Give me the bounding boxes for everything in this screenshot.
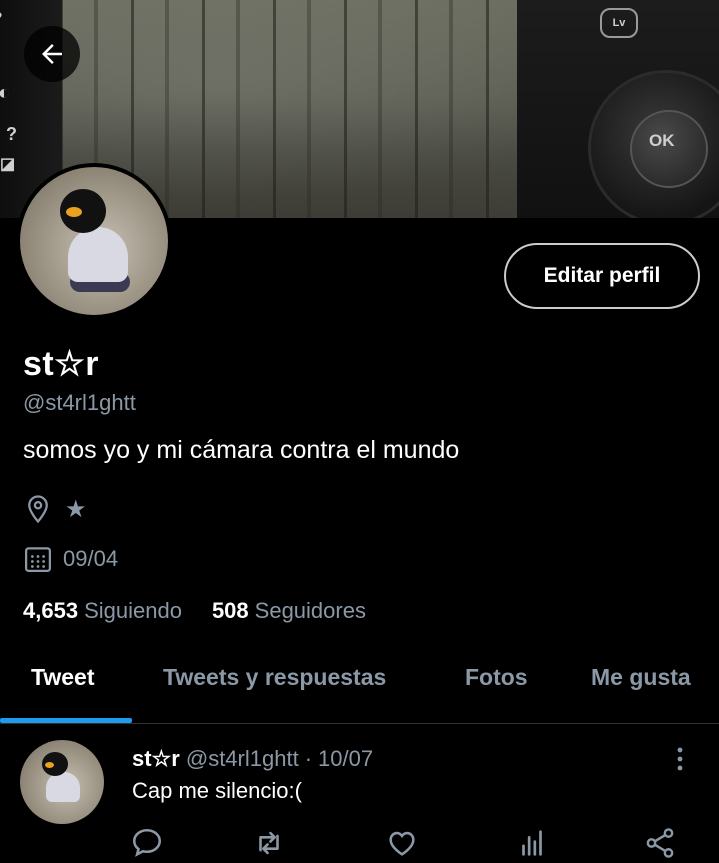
following-count[interactable]: 4,653 xyxy=(23,598,78,624)
tweet-separator: · xyxy=(304,746,313,771)
tabs-divider xyxy=(0,723,719,724)
back-button[interactable] xyxy=(24,26,80,82)
tweet-avatar[interactable] xyxy=(20,740,104,824)
tweet-header: st☆r @st4rl1ghtt · 10/07 xyxy=(132,746,373,772)
avatar-figure-body xyxy=(46,772,80,802)
share-icon[interactable] xyxy=(643,826,677,860)
calendar-icon xyxy=(25,547,51,572)
follow-counts: 4,653 Siguiendo 508 Seguidores xyxy=(23,598,366,624)
avatar-penguin-beak xyxy=(66,207,82,217)
back-arrow-icon xyxy=(42,44,62,64)
avatar-penguin-beak xyxy=(45,762,54,768)
camera-lv-button: Lv xyxy=(600,8,638,38)
followers-count[interactable]: 508 xyxy=(212,598,249,624)
profile-bio: somos yo y mi cámara contra el mundo xyxy=(23,436,460,464)
profile-avatar[interactable] xyxy=(16,163,172,319)
profile-handle: @st4rl1ghtt xyxy=(23,390,136,415)
like-icon[interactable] xyxy=(385,826,419,860)
edit-profile-button[interactable]: Editar perfil xyxy=(504,243,700,309)
tab-tweets-and-replies[interactable]: Tweets y respuestas xyxy=(163,664,386,691)
camera-ok-label: OK xyxy=(649,131,675,150)
profile-location: ★ xyxy=(23,494,87,524)
profile-tabs: Tweet Tweets y respuestas Fotos Me gusta xyxy=(0,652,719,724)
camera-button-glyph: ◗ xyxy=(0,6,5,22)
followers-label[interactable]: Seguidores xyxy=(255,598,366,624)
location-pin-icon xyxy=(28,495,48,524)
analytics-icon[interactable] xyxy=(515,826,549,860)
camera-help-glyph: ? xyxy=(6,124,17,144)
date-text: 09/04 xyxy=(63,546,119,571)
tweet-author-handle[interactable]: @st4rl1ghtt xyxy=(186,746,299,772)
location-text: ★ xyxy=(65,495,87,523)
tab-media[interactable]: Fotos xyxy=(465,664,528,691)
tab-tweets[interactable]: Tweet xyxy=(31,664,94,691)
tab-likes[interactable]: Me gusta xyxy=(591,664,691,691)
tweet-date[interactable]: 10/07 xyxy=(318,746,373,772)
avatar-figure-body xyxy=(68,227,128,282)
more-vertical-icon[interactable] xyxy=(670,744,690,774)
profile-name: st☆r xyxy=(23,345,99,383)
retweet-icon[interactable] xyxy=(252,826,286,860)
profile-date-row: 09/04 xyxy=(23,544,118,574)
tweet-author-name[interactable]: st☆r xyxy=(132,746,180,772)
following-label[interactable]: Siguiendo xyxy=(84,598,182,624)
reply-icon[interactable] xyxy=(130,826,164,860)
tweet-text[interactable]: Cap me silencio:( xyxy=(132,778,302,804)
camera-button-glyph: ◐ xyxy=(0,82,11,104)
camera-button-glyph: ◪ xyxy=(0,156,16,173)
